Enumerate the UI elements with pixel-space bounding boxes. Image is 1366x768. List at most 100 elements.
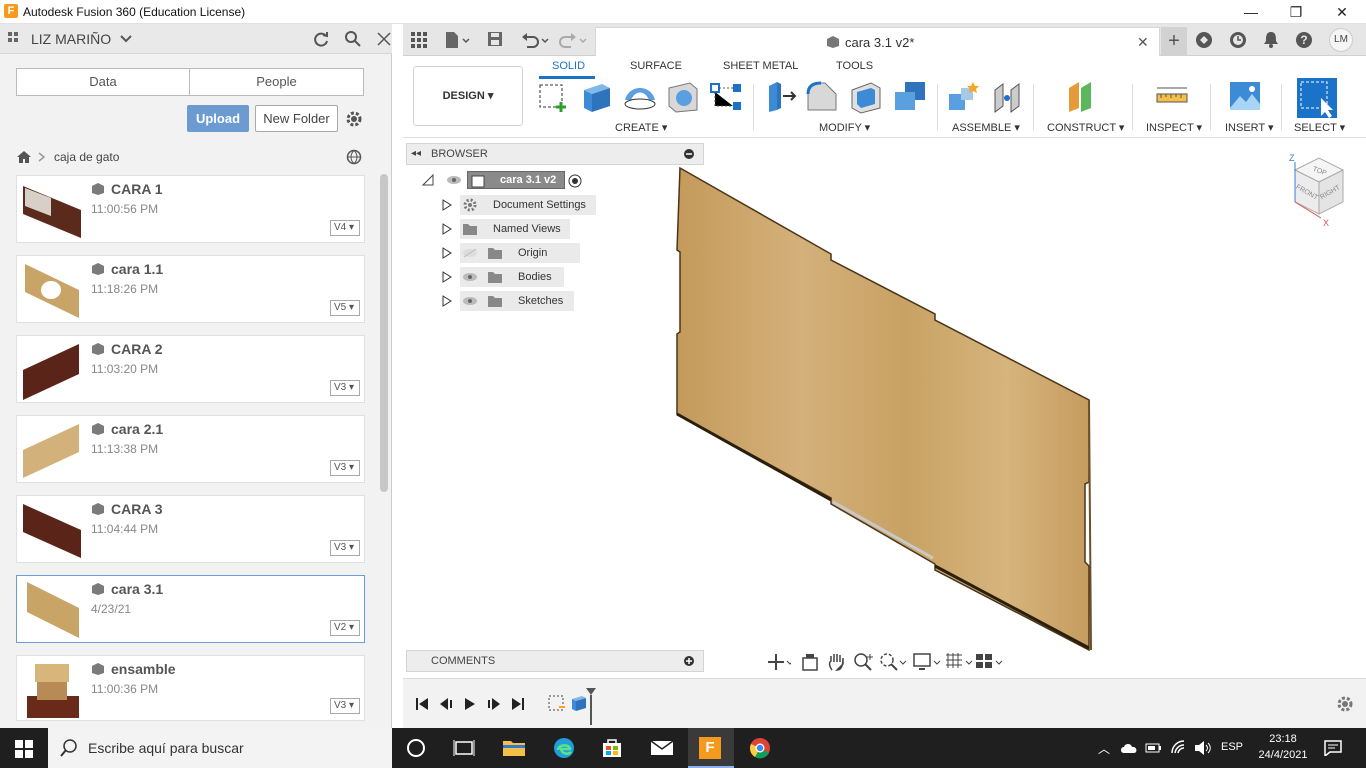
tab-data[interactable]: Data — [17, 69, 190, 95]
hidden-eye-icon[interactable] — [462, 248, 478, 258]
scrollbar[interactable] — [380, 174, 388, 492]
new-tab-button[interactable]: + — [1161, 27, 1187, 56]
new-component-icon[interactable] — [947, 80, 981, 114]
eye-icon[interactable] — [446, 175, 462, 185]
taskbar-time[interactable]: 23:18 — [1252, 733, 1314, 745]
collapse-browser-icon[interactable]: ◂◂ — [411, 148, 421, 159]
globe-icon[interactable] — [346, 149, 362, 165]
add-comment-icon[interactable] — [684, 656, 694, 666]
save-icon[interactable] — [487, 31, 503, 47]
minimize-button[interactable]: — — [1236, 2, 1266, 22]
wifi-icon[interactable] — [1170, 740, 1188, 756]
version-dropdown[interactable]: V2 ▾ — [330, 620, 360, 636]
insert-group-label[interactable]: INSERT ▾ — [1225, 121, 1274, 134]
workspace-switcher[interactable]: DESIGN ▾ — [413, 66, 523, 126]
revolve-icon[interactable] — [623, 80, 657, 114]
display-settings-icon[interactable] — [913, 652, 941, 672]
shell-icon[interactable] — [849, 80, 883, 114]
go-to-end-icon[interactable] — [511, 697, 525, 711]
close-tab-button[interactable]: ✕ — [1137, 34, 1149, 51]
search-icon[interactable] — [344, 30, 362, 48]
go-to-start-icon[interactable] — [415, 697, 429, 711]
breadcrumb[interactable]: caja de gato — [54, 150, 119, 164]
timeline-marker[interactable] — [585, 687, 597, 725]
hole-icon[interactable] — [666, 80, 700, 114]
eye-icon[interactable] — [462, 272, 478, 282]
select-icon[interactable] — [1297, 78, 1337, 118]
list-item[interactable]: CARA 2 11:03:20 PM V3 ▾ — [16, 335, 365, 403]
task-view-icon[interactable] — [452, 736, 476, 760]
create-sketch-icon[interactable] — [537, 80, 571, 114]
play-icon[interactable] — [463, 697, 477, 711]
gear-icon[interactable] — [345, 110, 363, 128]
tab-surface[interactable]: SURFACE — [630, 60, 682, 72]
collapse-minus-icon[interactable] — [684, 149, 694, 159]
close-panel-icon[interactable] — [376, 31, 392, 47]
expand-arrow-icon[interactable] — [442, 247, 452, 259]
chevron-down-icon[interactable] — [120, 34, 132, 44]
look-at-icon[interactable] — [801, 652, 819, 672]
fusion-taskbar-button[interactable]: F — [688, 728, 734, 768]
fillet-icon[interactable] — [805, 80, 839, 114]
orbit-icon[interactable] — [767, 652, 791, 672]
grid-settings-icon[interactable] — [945, 652, 973, 672]
viewcube[interactable]: TOP FRONT RIGHT Z X — [1281, 152, 1357, 232]
list-item[interactable]: cara 1.1 11:18:26 PM V5 ▾ — [16, 255, 365, 323]
expand-arrow-icon[interactable] — [442, 295, 452, 307]
inspect-group-label[interactable]: INSPECT ▾ — [1146, 121, 1202, 134]
volume-icon[interactable] — [1194, 740, 1212, 756]
list-item[interactable]: ensamble 11:00:36 PM V3 ▾ — [16, 655, 365, 721]
root-component-node[interactable]: cara 3.1 v2 — [467, 171, 565, 189]
list-item[interactable]: CARA 1 11:00:56 PM V4 ▾ — [16, 175, 365, 243]
press-pull-icon[interactable] — [763, 80, 797, 114]
browser-panel-header[interactable]: ◂◂ BROWSER — [406, 143, 704, 165]
cortana-icon[interactable] — [404, 736, 428, 760]
offset-plane-icon[interactable] — [1065, 80, 1099, 114]
eye-icon[interactable] — [462, 296, 478, 306]
step-back-icon[interactable] — [439, 697, 453, 711]
version-dropdown[interactable]: V3 ▾ — [330, 698, 360, 714]
activate-radio-icon[interactable] — [568, 174, 582, 188]
comments-panel-header[interactable]: COMMENTS — [406, 650, 704, 672]
microsoft-store-icon[interactable] — [600, 736, 624, 760]
combine-icon[interactable] — [893, 80, 927, 114]
tab-people[interactable]: People — [190, 69, 363, 95]
new-folder-button[interactable]: New Folder — [255, 105, 338, 132]
edge-browser-icon[interactable] — [552, 736, 576, 760]
viewports-icon[interactable] — [975, 652, 1003, 672]
expand-arrow-icon[interactable] — [442, 199, 452, 211]
file-icon[interactable] — [445, 31, 471, 49]
measure-icon[interactable] — [1155, 80, 1189, 114]
input-language[interactable]: ESP — [1221, 741, 1243, 753]
windows-start-icon[interactable] — [15, 740, 33, 758]
tree-node-document-settings[interactable]: Document Settings — [442, 195, 596, 215]
notifications-icon[interactable] — [1263, 31, 1279, 49]
insert-image-icon[interactable] — [1228, 80, 1262, 114]
file-explorer-icon[interactable] — [502, 736, 526, 760]
onedrive-cloud-icon[interactable] — [1120, 741, 1138, 755]
tab-tools[interactable]: TOOLS — [836, 60, 873, 72]
mail-icon[interactable] — [650, 736, 674, 760]
list-item[interactable]: cara 2.1 11:13:38 PM V3 ▾ — [16, 415, 365, 483]
version-dropdown[interactable]: V5 ▾ — [330, 300, 360, 316]
team-hub-icon[interactable] — [8, 32, 24, 46]
taskbar-search-box[interactable]: Escribe aquí para buscar — [48, 728, 392, 768]
redo-icon[interactable] — [559, 31, 589, 49]
version-dropdown[interactable]: V3 ▾ — [330, 540, 360, 556]
create-group-label[interactable]: CREATE ▾ — [615, 121, 667, 134]
version-dropdown[interactable]: V4 ▾ — [330, 220, 360, 236]
avatar[interactable]: LM — [1329, 28, 1353, 52]
fit-zoom-icon[interactable] — [879, 652, 907, 672]
expand-arrow-icon[interactable] — [442, 223, 452, 235]
timeline-sketch-feature-icon[interactable] — [547, 693, 567, 713]
joint-icon[interactable] — [991, 80, 1025, 114]
construct-group-label[interactable]: CONSTRUCT ▾ — [1047, 121, 1124, 134]
tree-node-bodies[interactable]: Bodies — [442, 267, 596, 287]
tab-solid[interactable]: SOLID — [552, 60, 585, 72]
modify-group-label[interactable]: MODIFY ▾ — [819, 121, 870, 134]
zoom-icon[interactable] — [853, 652, 873, 672]
taskbar-date[interactable]: 24/4/2021 — [1252, 749, 1314, 761]
tree-node-named-views[interactable]: Named Views — [442, 219, 576, 239]
list-item-selected[interactable]: cara 3.1 4/23/21 V2 ▾ — [16, 575, 365, 643]
job-status-icon[interactable] — [1229, 31, 1247, 49]
